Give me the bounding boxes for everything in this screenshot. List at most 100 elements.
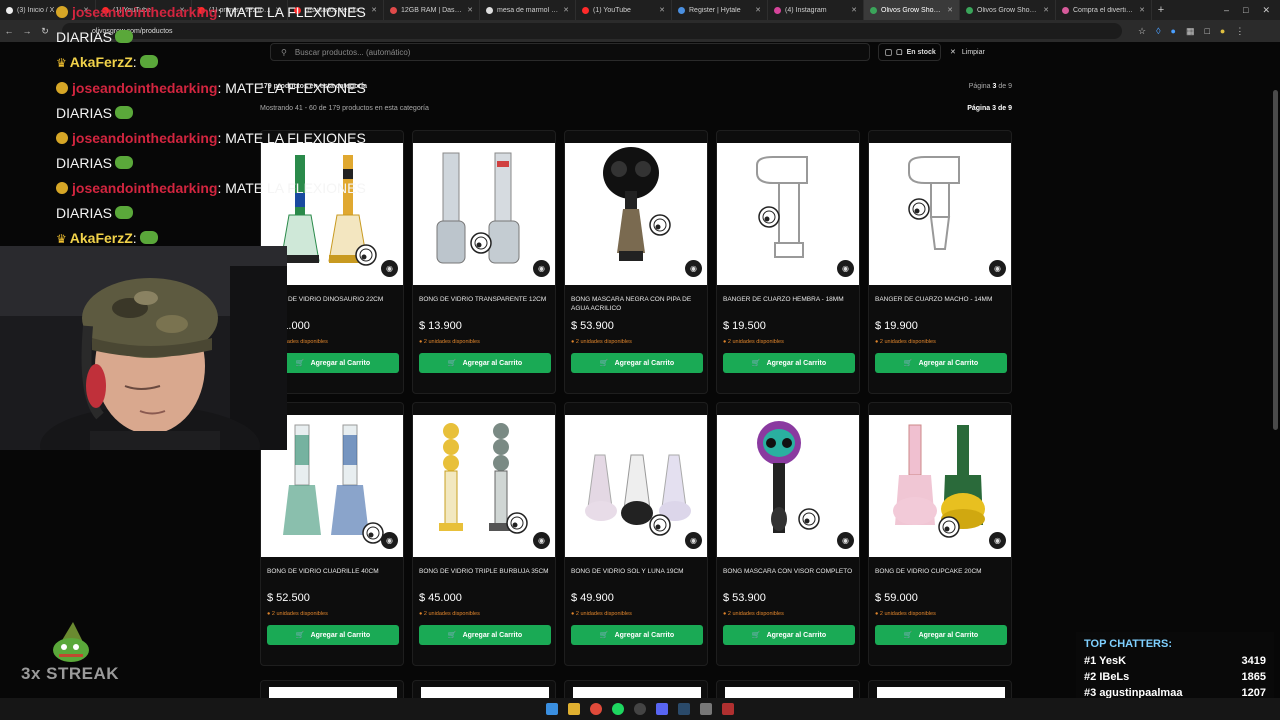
tab-title: 12GB RAM | Dashboa...	[401, 6, 463, 14]
product-name[interactable]: BONG DE VIDRIO TRANSPARENTE 12CM	[419, 295, 551, 304]
tab-favicon	[678, 6, 685, 14]
box-icon: ▢	[896, 49, 903, 56]
close-window-icon[interactable]: ✕	[1262, 5, 1270, 16]
file-explorer-icon[interactable]	[568, 703, 580, 715]
product-card[interactable]: ◉ BONG DE VIDRIO CUPCAKE 20CM $ 59.000 ● 2 …	[868, 402, 1012, 666]
product-card[interactable]: ◉ BONG MASCARA CON VISOR COMPLETO $ 53.900…	[716, 402, 860, 666]
product-card[interactable]: ◉ BONG DE VIDRIO TRIPLE BURBUJA 35CM $ 45.…	[412, 402, 556, 666]
browser-tab[interactable]: Olivos Grow Shop - T... ✕	[960, 0, 1056, 20]
eye-icon[interactable]: ◉	[381, 532, 398, 549]
product-card[interactable]: ◉ BONG DE VIDRIO TRANSPARENTE 12CM $ 13.90…	[412, 130, 556, 394]
product-image[interactable]: ◉	[869, 143, 1011, 285]
app-icon-2[interactable]	[722, 703, 734, 715]
extension-icon-2[interactable]: ●	[1171, 26, 1176, 37]
product-card[interactable]: ◉ BONG DE VIDRIO SOL Y LUNA 19CM $ 49.900 ●…	[564, 402, 708, 666]
obs-icon[interactable]	[634, 703, 646, 715]
product-name[interactable]: BONG DE VIDRIO SOL Y LUNA 19CM	[571, 567, 703, 576]
browser-tab[interactable]: 12GB RAM | Dashboa... ✕	[384, 0, 480, 20]
add-to-cart-button[interactable]: 🛒 Agregar al Carrito	[267, 625, 399, 645]
minimize-icon[interactable]: –	[1224, 5, 1229, 16]
streak-label: 3x STREAK	[20, 664, 120, 683]
close-tab-icon[interactable]: ✕	[1139, 6, 1145, 14]
product-name[interactable]: BANGER DE CUARZO MACHO - 14MM	[875, 295, 1007, 304]
product-image[interactable]: ◉	[869, 415, 1011, 557]
close-tab-icon[interactable]: ✕	[947, 6, 953, 14]
extension-icon[interactable]: ◊	[1156, 26, 1160, 37]
add-to-cart-button[interactable]: 🛒 Agregar al Carrito	[723, 353, 855, 373]
page-scrollbar[interactable]	[1273, 90, 1278, 430]
add-to-cart-button[interactable]: 🛒 Agregar al Carrito	[419, 625, 551, 645]
chat-message: DIARIAS	[56, 201, 376, 226]
product-image[interactable]: ◉	[413, 415, 555, 557]
browser-tab[interactable]: Compra el divertido B... ✕	[1056, 0, 1152, 20]
in-stock-checkbox[interactable]	[885, 48, 892, 56]
windows-start-icon[interactable]	[546, 703, 558, 715]
eye-icon[interactable]: ◉	[533, 532, 550, 549]
eye-icon[interactable]: ◉	[685, 260, 702, 277]
new-tab-button[interactable]: +	[1152, 4, 1170, 16]
browser-tab[interactable]: Olivos Grow Shop - T... ✕	[864, 0, 960, 20]
add-to-cart-button[interactable]: 🛒 Agregar al Carrito	[723, 625, 855, 645]
forward-icon[interactable]: →	[18, 26, 36, 36]
add-to-cart-button[interactable]: 🛒 Agregar al Carrito	[571, 625, 703, 645]
crown-badge-icon: ♛	[56, 232, 67, 246]
eye-icon[interactable]: ◉	[685, 532, 702, 549]
close-tab-icon[interactable]: ✕	[755, 6, 761, 14]
product-image[interactable]: ◉	[565, 143, 707, 285]
browser-tab[interactable]: (4) Instagram ✕	[768, 0, 864, 20]
add-to-cart-button[interactable]: 🛒 Agregar al Carrito	[571, 353, 703, 373]
steam-icon[interactable]	[678, 703, 690, 715]
reload-icon[interactable]: ↻	[36, 26, 54, 37]
product-name[interactable]: BONG MASCARA CON VISOR COMPLETO	[723, 567, 855, 576]
product-image[interactable]: ◉	[565, 415, 707, 557]
product-image[interactable]: ◉	[413, 143, 555, 285]
close-tab-icon[interactable]: ✕	[659, 6, 665, 14]
maximize-icon[interactable]: □	[1243, 5, 1248, 16]
pepe-wizard-icon	[47, 622, 93, 664]
extensions-puzzle-icon[interactable]: ▦	[1186, 26, 1195, 37]
product-card[interactable]: ◉ BANGER DE CUARZO HEMBRA - 18MM $ 19.500 ●…	[716, 130, 860, 394]
browser-tab[interactable]: Register | Hytale ✕	[672, 0, 768, 20]
product-card[interactable]: ◉ BONG MASCARA NEGRA CON PIPA DE AGUA ACR…	[564, 130, 708, 394]
close-tab-icon[interactable]: ✕	[467, 6, 473, 14]
browser-tab[interactable]: (1) YouTube ✕	[576, 0, 672, 20]
chrome-icon[interactable]	[590, 703, 602, 715]
product-card[interactable]: ◉ BANGER DE CUARZO MACHO - 14MM $ 19.900 ● …	[868, 130, 1012, 394]
cart-icon: 🛒	[295, 632, 305, 639]
availability-text: ● 2 unidades disponibles	[571, 611, 632, 617]
eye-icon[interactable]: ◉	[837, 532, 854, 549]
eye-icon[interactable]: ◉	[989, 532, 1006, 549]
bookmark-star-icon[interactable]: ☆	[1138, 26, 1146, 37]
product-image[interactable]: ◉	[717, 143, 859, 285]
product-name[interactable]: BONG DE VIDRIO CUPCAKE 20CM	[875, 567, 1007, 576]
clear-filters-button[interactable]: ✕ Limpiar	[950, 43, 1002, 61]
product-image[interactable]: ◉	[717, 415, 859, 557]
discord-icon[interactable]	[656, 703, 668, 715]
browser-tab[interactable]: mesa de marmol vinil... ✕	[480, 0, 576, 20]
close-tab-icon[interactable]: ✕	[851, 6, 857, 14]
app-icon[interactable]	[700, 703, 712, 715]
spotify-icon[interactable]	[612, 703, 624, 715]
eye-icon[interactable]: ◉	[533, 260, 550, 277]
add-to-cart-button[interactable]: 🛒 Agregar al Carrito	[419, 353, 551, 373]
product-name[interactable]: BONG MASCARA NEGRA CON PIPA DE AGUA ACRI…	[571, 295, 703, 313]
chat-message: DIARIAS	[56, 25, 376, 50]
product-name[interactable]: BONG DE VIDRIO TRIPLE BURBUJA 35CM	[419, 567, 551, 576]
add-to-cart-button[interactable]: 🛒 Agregar al Carrito	[875, 625, 1007, 645]
eye-icon[interactable]: ◉	[381, 260, 398, 277]
eye-icon[interactable]: ◉	[989, 260, 1006, 277]
profile-avatar[interactable]: ●	[1220, 26, 1225, 37]
eye-icon[interactable]: ◉	[837, 260, 854, 277]
menu-icon[interactable]: ⋮	[1235, 26, 1244, 37]
pepe-emote-icon	[115, 106, 134, 119]
add-to-cart-button[interactable]: 🛒 Agregar al Carrito	[875, 353, 1007, 373]
close-tab-icon[interactable]: ✕	[563, 6, 569, 14]
product-name[interactable]: BONG DE VIDRIO CUADRILLE 40CM	[267, 567, 399, 576]
in-stock-filter[interactable]: ▢ En stock	[878, 43, 941, 61]
product-name[interactable]: BANGER DE CUARZO HEMBRA - 18MM	[723, 295, 855, 304]
close-tab-icon[interactable]: ✕	[1043, 6, 1049, 14]
sidebar-icon[interactable]: □	[1204, 26, 1209, 37]
tab-title: Register | Hytale	[689, 6, 741, 14]
crown-badge-icon: ♛	[56, 56, 67, 70]
back-icon[interactable]: ←	[0, 26, 18, 36]
